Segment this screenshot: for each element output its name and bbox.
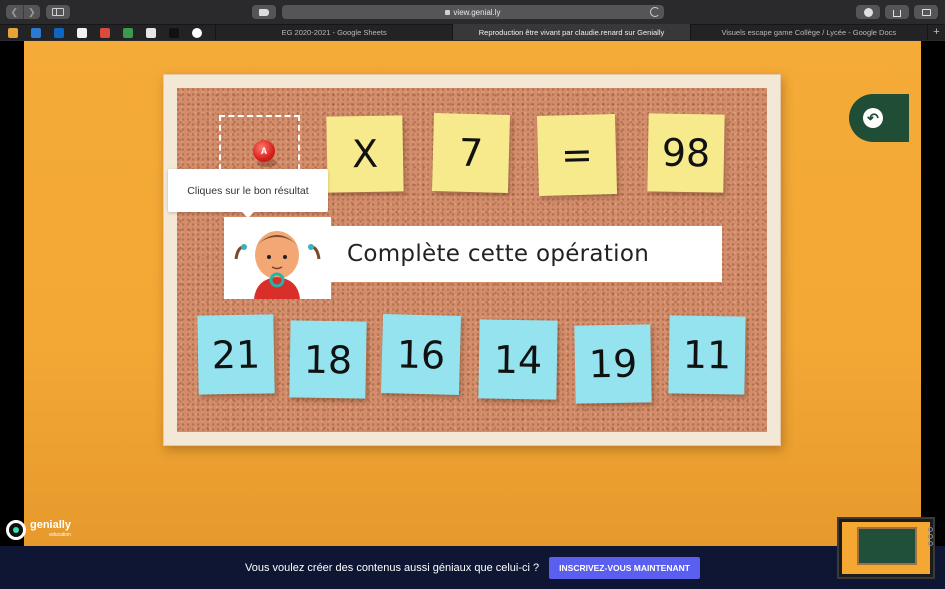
genially-logo[interactable]: genially education — [6, 520, 71, 540]
drive-icon[interactable] — [123, 28, 133, 38]
signup-button[interactable]: INSCRIVEZ-VOUS MAINTENANT — [549, 556, 700, 579]
tooltip-text: Cliques sur le bon résultat — [187, 184, 309, 197]
url-text: view.genial.ly — [453, 7, 501, 17]
pin-label: A — [260, 146, 268, 156]
downloads-button[interactable] — [856, 5, 880, 19]
download-icon — [863, 7, 873, 17]
instruction-banner: Complète cette opération — [331, 226, 722, 282]
choice-18[interactable]: 18 — [289, 320, 367, 399]
choice-19[interactable]: 19 — [574, 324, 652, 404]
tab-strip: EG 2020-2021 - Google Sheets Reproductio… — [215, 24, 945, 40]
tab-genially[interactable]: Reproduction être vivant par claudie.ren… — [452, 24, 690, 40]
mk-icon[interactable] — [77, 28, 87, 38]
choice-11[interactable]: 11 — [668, 315, 746, 395]
tab-google-docs[interactable]: Visuels escape game Collège / Lycée - Go… — [689, 24, 927, 40]
thumbnail-dot-icon[interactable] — [928, 541, 933, 546]
browser-toolbar: ❮ ❯ view.genial.ly — [0, 0, 945, 24]
brand-name: genially education — [30, 520, 71, 540]
nav-buttons: ❮ ❯ — [6, 5, 40, 19]
left-letterbox — [0, 41, 24, 589]
thumbnail-board — [857, 527, 917, 565]
share-icon — [893, 9, 901, 17]
brand-sub-text: education — [49, 532, 71, 538]
sticky-equals: = — [536, 113, 618, 197]
thumbnail-controls — [928, 527, 934, 549]
pushpin-icon[interactable]: A — [253, 140, 275, 162]
sticky-operand: 7 — [431, 113, 511, 193]
lock-icon — [445, 9, 451, 15]
return-button[interactable]: ↶ — [849, 94, 909, 142]
character-avatar[interactable] — [224, 217, 331, 299]
choice-16[interactable]: 16 — [380, 313, 462, 396]
black-icon[interactable] — [169, 28, 179, 38]
new-tab-button[interactable]: + — [926, 24, 945, 40]
reload-icon[interactable] — [650, 7, 660, 17]
sticky-result: 98 — [647, 113, 725, 193]
banner-text: Vous voulez créer des contenus aussi gén… — [245, 561, 540, 574]
address-bar[interactable]: view.genial.ly — [282, 5, 664, 19]
return-arrow-icon: ↶ — [863, 108, 883, 128]
share-button[interactable] — [885, 5, 909, 19]
tab-google-sheets[interactable]: EG 2020-2021 - Google Sheets — [215, 24, 452, 40]
sticky-operator: X — [326, 115, 404, 193]
google-icon[interactable] — [192, 28, 202, 38]
signup-banner: Vous voulez créer des contenus aussi gén… — [0, 546, 945, 589]
twitter-icon[interactable] — [31, 28, 41, 38]
instruction-text: Complète cette opération — [347, 241, 650, 267]
thumbnail-dot-icon[interactable] — [928, 534, 933, 539]
hint-tooltip: Cliques sur le bon résultat — [168, 169, 328, 218]
girl-character-icon — [234, 231, 321, 299]
tab-overview-button[interactable] — [914, 5, 938, 19]
genially-page: A X 7 = 98 Cliques sur le bon résultat C… — [0, 41, 945, 589]
sidebar-toggle-icon[interactable] — [46, 5, 70, 19]
choice-14[interactable]: 14 — [478, 319, 558, 400]
choice-21[interactable]: 21 — [197, 314, 275, 395]
docs-icon[interactable] — [146, 28, 156, 38]
forward-arrow-icon[interactable]: ❯ — [22, 5, 41, 19]
genially-logo-icon — [6, 520, 26, 540]
outlook-icon[interactable] — [54, 28, 64, 38]
right-letterbox — [921, 41, 945, 589]
tag-icon[interactable] — [252, 5, 276, 19]
slide-stage: A X 7 = 98 Cliques sur le bon résultat C… — [24, 41, 921, 546]
back-arrow-icon[interactable]: ❮ — [6, 5, 23, 19]
thumbnail-dot-icon[interactable] — [928, 527, 933, 532]
tabs-icon — [921, 8, 931, 16]
slide-thumbnail[interactable] — [837, 517, 935, 579]
bookmark-icon[interactable] — [8, 28, 18, 38]
thumbnail-preview — [842, 522, 930, 574]
gmail-icon[interactable] — [100, 28, 110, 38]
